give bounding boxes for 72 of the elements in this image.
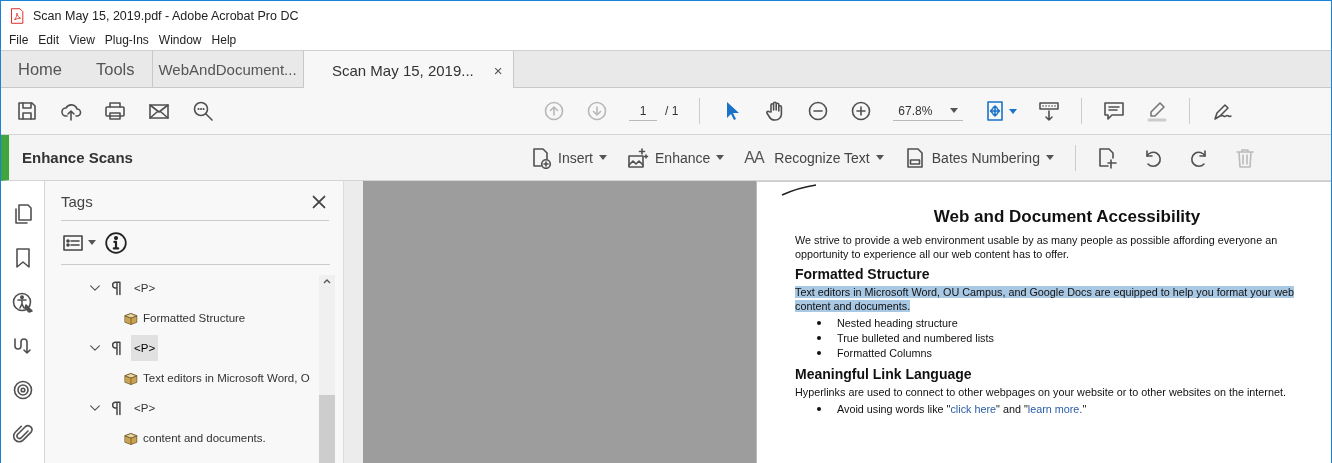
- target-icon[interactable]: [11, 379, 34, 401]
- add-page-icon[interactable]: [530, 146, 552, 169]
- caret-icon[interactable]: [716, 155, 725, 160]
- list-item-text: Avoid using words like "click here" and "learn more.": [837, 401, 1087, 416]
- menu-item[interactable]: Edit: [33, 30, 65, 50]
- panel-title: Tags: [61, 193, 93, 210]
- bullet-dot: [817, 336, 821, 341]
- menu-item[interactable]: Plug-Ins: [99, 30, 154, 50]
- panel-title: Enhance Scans: [22, 149, 134, 166]
- close-tab-button[interactable]: ×: [493, 61, 503, 79]
- zoom-in-icon[interactable]: [850, 100, 873, 122]
- bullet-dot: [817, 406, 821, 411]
- scroll-mode-icon[interactable]: [1038, 100, 1061, 122]
- tag-node[interactable]: Formatted Structure: [143, 312, 246, 324]
- scrollbar[interactable]: [319, 275, 335, 463]
- bullet-dot: [817, 321, 821, 326]
- caret-icon[interactable]: [1045, 155, 1054, 160]
- text-link[interactable]: click here: [950, 402, 997, 415]
- tool-menu-button[interactable]: Insert: [530, 146, 607, 169]
- zoom-field[interactable]: 67.8%: [893, 101, 964, 121]
- caret-icon[interactable]: [950, 108, 959, 113]
- tool-menu-button[interactable]: Bates Numbering: [903, 146, 1054, 169]
- caret-icon[interactable]: [88, 240, 96, 245]
- tag-node[interactable]: Text editors in Microsoft Word, O: [143, 372, 310, 384]
- list-item-text: Formatted Columns: [837, 346, 932, 361]
- box-icon: [123, 430, 139, 446]
- caret-icon[interactable]: [875, 155, 884, 160]
- list-item-text: True bulleted and numbered lists: [837, 331, 994, 346]
- tag-node[interactable]: content and documents.: [143, 432, 266, 444]
- list-item-text: Nested heading structure: [837, 316, 958, 331]
- info-icon[interactable]: [104, 230, 128, 255]
- box-icon: [123, 370, 139, 386]
- tool-menu-button[interactable]: AA Recognize Text: [744, 148, 884, 167]
- tool-menu-button[interactable]: Enhance: [627, 146, 725, 169]
- menu-item[interactable]: Help: [206, 30, 242, 50]
- tab[interactable]: Scan May 15, 2019... ×: [303, 51, 514, 89]
- paperclip-icon[interactable]: [11, 423, 34, 445]
- document-paragraph: Hyperlinks are used to connect to other webpages on your website or to other websites on the internet.: [795, 384, 1287, 399]
- tab[interactable]: Tools: [79, 51, 152, 87]
- image-sparkle-icon[interactable]: [627, 146, 649, 169]
- document-paragraph: Text editors in Microsoft Word, OU Campus, and Google Docs are equipped to help you format your web content and documents.: [795, 285, 1296, 314]
- reading-order-icon[interactable]: [11, 335, 34, 357]
- tag-node[interactable]: <P>: [131, 395, 159, 421]
- highlighter-icon[interactable]: [1146, 100, 1169, 122]
- caret-icon[interactable]: [1009, 108, 1018, 114]
- tab[interactable]: WebAndDocument...: [151, 51, 304, 87]
- window-title: Scan May 15, 2019.pdf - Adobe Acrobat Pro DC: [33, 8, 299, 23]
- box-icon: [123, 310, 139, 326]
- text-size-icon: AA: [744, 148, 769, 167]
- search-icon[interactable]: [192, 100, 214, 122]
- save-icon[interactable]: [16, 100, 38, 122]
- document-title: Web and Document Accessibility: [932, 206, 1202, 228]
- comment-icon[interactable]: [1103, 100, 1126, 122]
- page-number-field[interactable]: 1: [629, 101, 657, 121]
- printer-icon[interactable]: [104, 100, 126, 122]
- caret-icon[interactable]: [599, 155, 607, 160]
- menu-item[interactable]: File: [4, 30, 34, 50]
- menu-item[interactable]: Window: [153, 30, 207, 50]
- page-count: / 1: [665, 104, 679, 118]
- zoom-out-icon[interactable]: [807, 100, 830, 122]
- pdf-file-icon: [9, 7, 25, 24]
- accessibility-icon[interactable]: [11, 291, 34, 313]
- document-paragraph: We strive to provide a web environment usable by as many people as possible affording everyone an opportunity to experience all our web content has to offer.: [795, 233, 1279, 262]
- menu-item[interactable]: View: [64, 30, 100, 50]
- text-link[interactable]: learn more.: [1027, 402, 1083, 415]
- document-heading: Formatted Structure: [795, 265, 931, 284]
- tab[interactable]: Home: [1, 51, 79, 87]
- document-heading: Meaningful Link Language: [795, 364, 973, 383]
- pen-stroke-drawing: [781, 184, 817, 196]
- tag-node[interactable]: <P>: [131, 335, 159, 361]
- tag-node[interactable]: <P>: [131, 275, 159, 301]
- bullet-dot: [817, 351, 821, 356]
